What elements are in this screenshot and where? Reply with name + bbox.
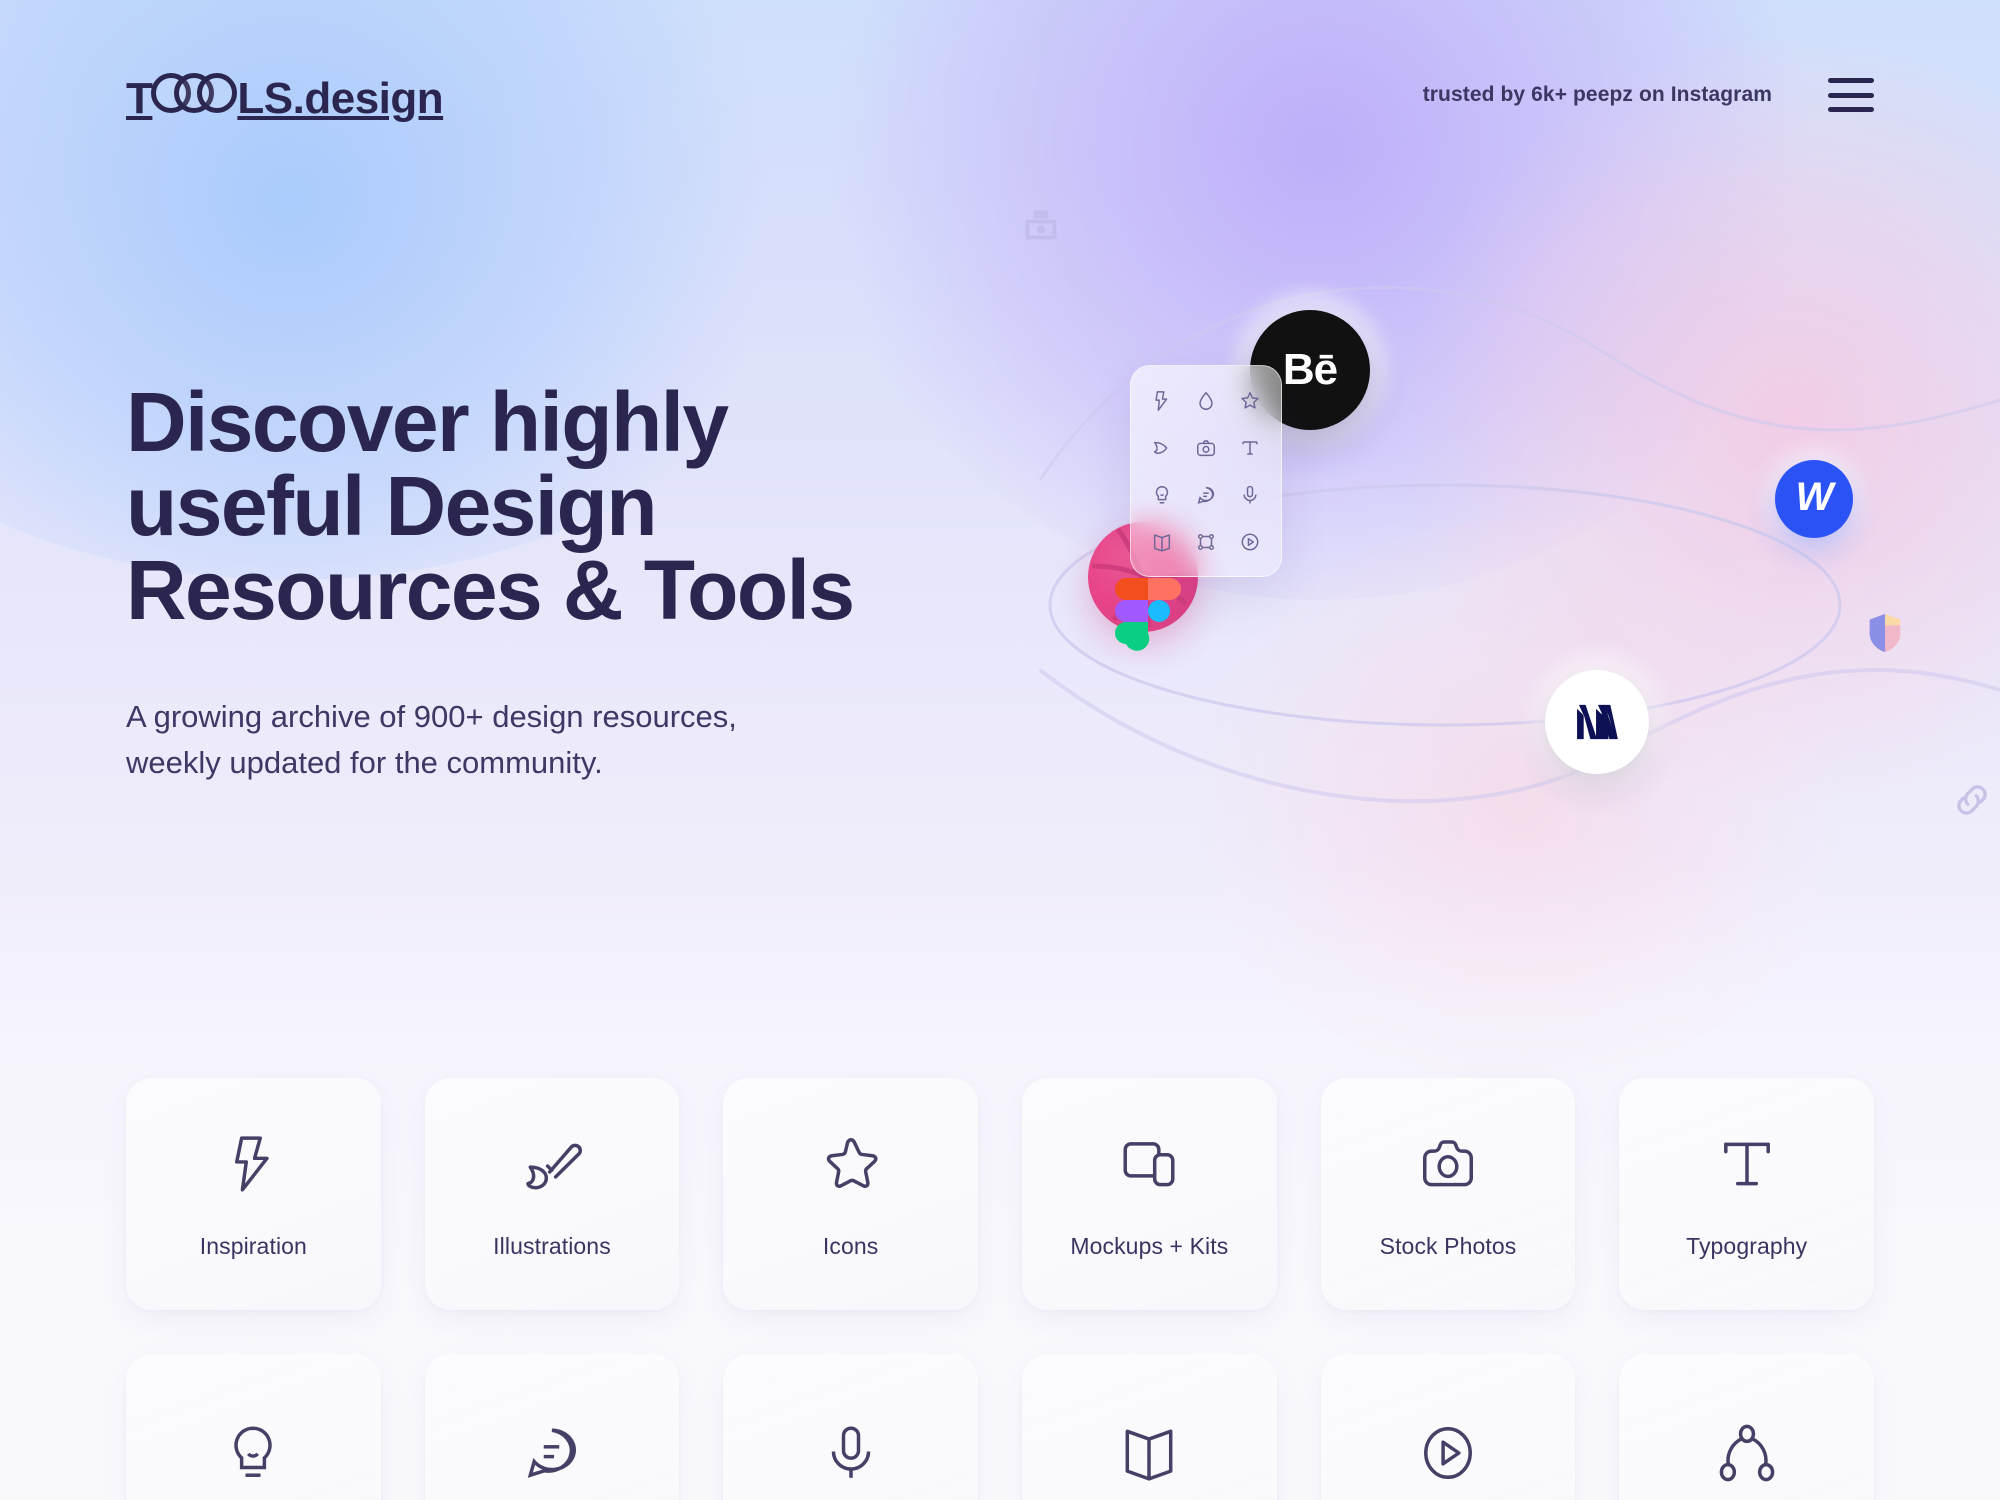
webflow-badge[interactable]: W: [1764, 449, 1864, 549]
lightning-icon: [1141, 378, 1183, 423]
bulb-icon: [1141, 472, 1183, 517]
droplet-icon: [1185, 378, 1227, 423]
chat-icon: [1185, 472, 1227, 517]
category-card-typography[interactable]: Typography: [1619, 1078, 1874, 1310]
category-card-row2-play[interactable]: [1320, 1354, 1576, 1500]
landing-page: T LS.design trusted by 6k+ peepz on Inst…: [0, 0, 2000, 1500]
category-card-row2-mic[interactable]: [723, 1354, 978, 1500]
brush-icon: [521, 1129, 583, 1199]
page-title: Discover highly useful Design Resources …: [126, 375, 855, 637]
hero-illustration: Bē W: [1000, 150, 2000, 1030]
category-card-row2-chat[interactable]: [424, 1354, 680, 1500]
brush-icon: [1141, 425, 1183, 470]
category-card-inspiration[interactable]: Inspiration: [126, 1078, 381, 1310]
category-card-mockups[interactable]: Mockups + Kits: [1022, 1078, 1277, 1310]
site-header: T LS.design trusted by 6k+ peepz on Inst…: [0, 0, 2000, 190]
category-grid: Inspiration Illustrations Icons Mockups …: [126, 1078, 1874, 1500]
mic-icon: [1229, 472, 1271, 517]
mic-icon: [820, 1418, 882, 1488]
logo-prefix: T: [126, 74, 153, 123]
play-icon: [1417, 1418, 1479, 1488]
category-label: Stock Photos: [1379, 1232, 1517, 1259]
hero-subtitle: A growing archive of 900+ design resourc…: [126, 699, 737, 780]
link-icon: [1952, 780, 1992, 820]
chat-icon: [521, 1418, 583, 1488]
miro-badge[interactable]: [1530, 655, 1664, 789]
glass-icon-panel: [1130, 365, 1282, 577]
star-icon: [1229, 378, 1271, 423]
unsplash-icon: [1022, 205, 1060, 243]
type-icon: [1229, 425, 1271, 470]
category-card-stock-photos[interactable]: Stock Photos: [1320, 1078, 1576, 1310]
play-icon: [1229, 519, 1271, 564]
bulb-icon: [222, 1418, 284, 1488]
hamburger-bar-2: [1828, 92, 1874, 98]
header-right-group: trusted by 6k+ peepz on Instagram: [1423, 78, 1874, 112]
category-label: Inspiration: [199, 1232, 307, 1259]
lightning-icon: [222, 1129, 284, 1199]
figma-badge[interactable]: [1115, 578, 1181, 678]
miro-icon: [1545, 670, 1649, 774]
type-icon: [1716, 1129, 1778, 1199]
hamburger-bar-3: [1828, 107, 1874, 112]
shield-icon: [1862, 610, 1908, 656]
logo-rings: [151, 73, 238, 117]
logo-ring-magenta: [197, 73, 238, 113]
category-label: Illustrations: [493, 1232, 611, 1259]
category-card-row2-bulb[interactable]: [126, 1354, 381, 1500]
category-card-row2-node[interactable]: [1619, 1354, 1874, 1500]
trusted-by-text: trusted by 6k+ peepz on Instagram: [1422, 83, 1772, 106]
book-icon: [1118, 1418, 1180, 1488]
book-icon: [1141, 519, 1183, 564]
category-card-illustrations[interactable]: Illustrations: [424, 1078, 680, 1310]
hamburger-menu-icon[interactable]: [1828, 78, 1874, 112]
category-card-row2-book[interactable]: [1022, 1354, 1277, 1500]
category-label: Mockups + Kits: [1070, 1232, 1229, 1259]
camera-icon: [1185, 425, 1227, 470]
node-icon: [1716, 1418, 1778, 1488]
camera-icon: [1417, 1129, 1479, 1199]
hamburger-bar-1: [1828, 78, 1874, 83]
hero-text-block: Discover highly useful Design Resources …: [126, 380, 986, 786]
logo-suffix: LS.design: [237, 74, 444, 123]
star-icon: [820, 1129, 882, 1199]
frame-icon: [1185, 519, 1227, 564]
webflow-icon: W: [1775, 460, 1853, 538]
category-card-icons[interactable]: Icons: [723, 1078, 978, 1310]
category-label: Typography: [1686, 1232, 1808, 1259]
figma-icon: [1115, 578, 1181, 651]
mockup-icon: [1118, 1129, 1180, 1199]
site-logo[interactable]: T LS.design: [126, 69, 444, 123]
category-label: Icons: [822, 1232, 879, 1259]
